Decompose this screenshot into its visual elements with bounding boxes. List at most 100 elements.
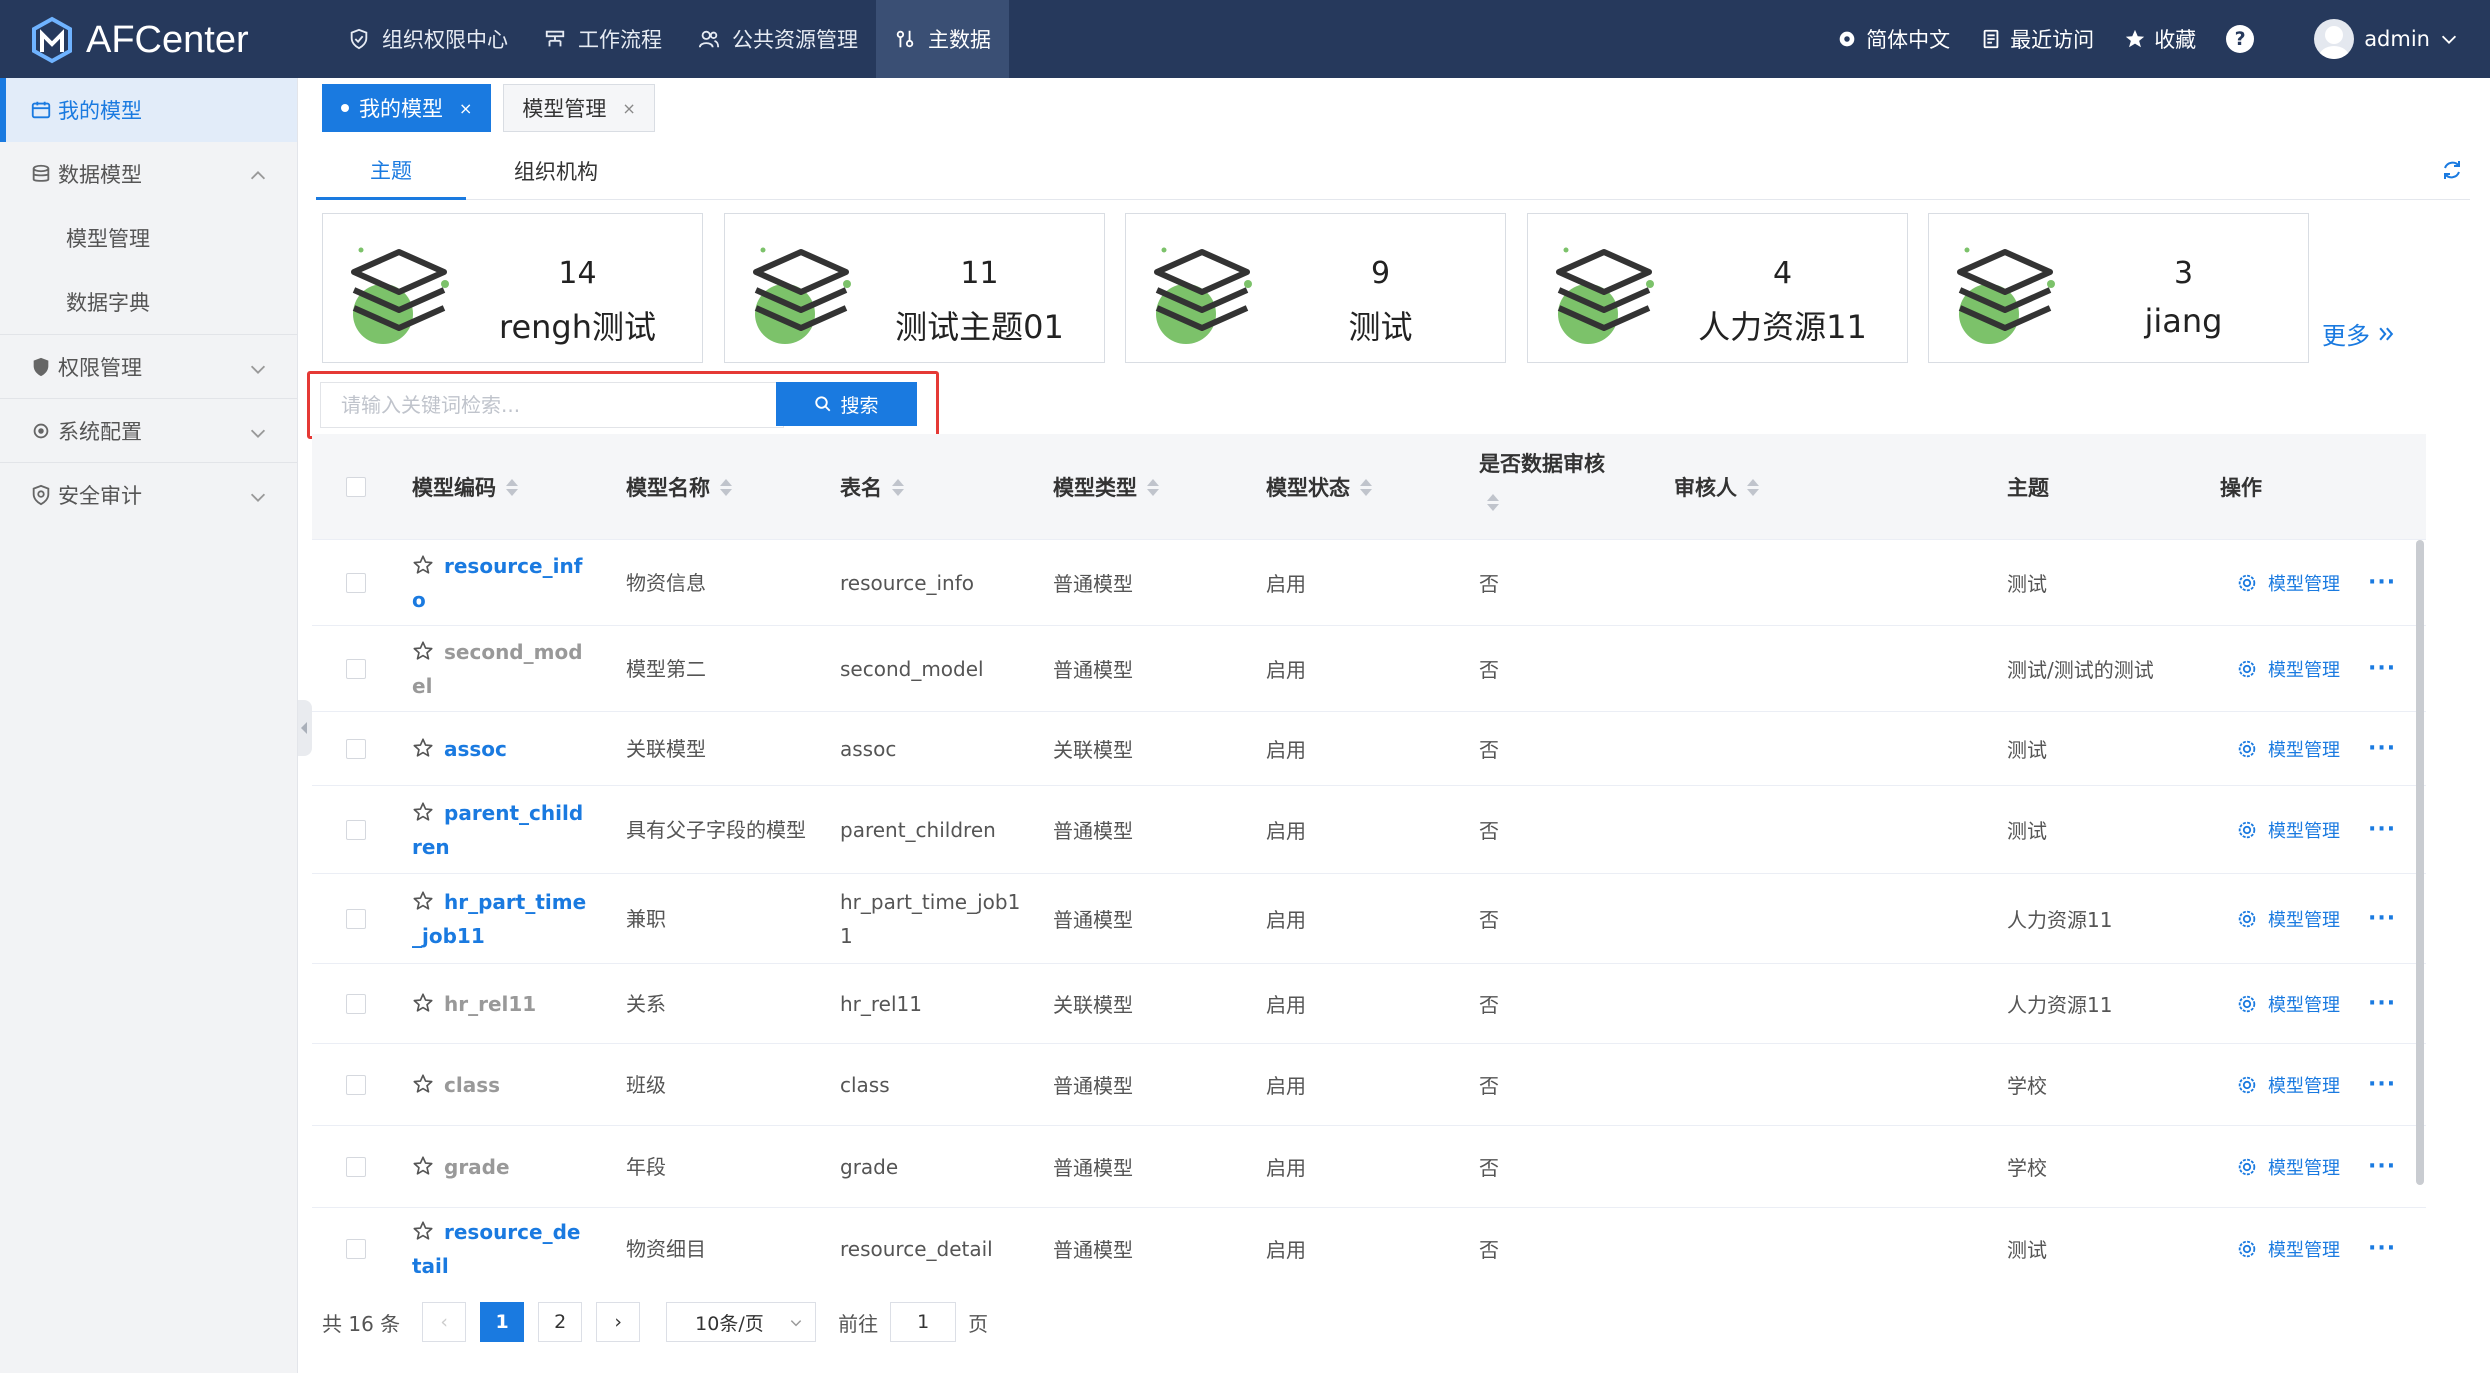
table-row[interactable]: grade 年段 grade 普通模型 启用 否 学校 模型管理 ··· <box>312 1126 2426 1208</box>
star-icon[interactable] <box>412 801 434 823</box>
sort-icon[interactable] <box>1747 478 1759 496</box>
help-icon[interactable]: ? <box>2226 25 2255 53</box>
more-actions-button[interactable]: ··· <box>2368 1236 2396 1261</box>
select-all-checkbox[interactable] <box>346 477 366 497</box>
model-manage-link[interactable]: 模型管理 <box>2268 570 2340 596</box>
model-manage-link[interactable]: 模型管理 <box>2268 1236 2340 1262</box>
sidebar-item-my-models[interactable]: 我的模型 <box>0 78 297 142</box>
star-icon[interactable] <box>412 1220 434 1242</box>
sidebar-item-data-model[interactable]: 数据模型 <box>0 142 297 206</box>
more-actions-button[interactable]: ··· <box>2368 656 2396 681</box>
row-checkbox[interactable] <box>346 908 366 929</box>
user-menu[interactable]: admin <box>2314 19 2460 59</box>
more-actions-button[interactable]: ··· <box>2368 1072 2396 1097</box>
col-auditor[interactable]: 审核人 <box>1674 434 1759 540</box>
model-manage-link[interactable]: 模型管理 <box>2268 1154 2340 1180</box>
sidebar-item-model-manage[interactable]: 模型管理 <box>0 206 297 270</box>
row-checkbox[interactable] <box>346 658 366 679</box>
page-1-button[interactable]: 1 <box>480 1302 525 1342</box>
recent-visits[interactable]: 最近访问 <box>1980 24 2094 54</box>
star-icon[interactable] <box>412 1155 434 1177</box>
model-code-link[interactable]: resource_info <box>412 554 582 612</box>
model-manage-link[interactable]: 模型管理 <box>2268 817 2340 843</box>
close-icon[interactable]: × <box>622 99 635 118</box>
search-input[interactable] <box>320 382 784 428</box>
model-code-link[interactable]: resource_detail <box>412 1220 580 1278</box>
theme-card[interactable]: 11 测试主题01 <box>724 213 1105 363</box>
col-code[interactable]: 模型编码 <box>412 434 518 540</box>
tab-organization[interactable]: 组织机构 <box>466 142 646 200</box>
goto-page-input[interactable] <box>890 1302 957 1342</box>
more-actions-button[interactable]: ··· <box>2368 991 2396 1016</box>
sort-icon[interactable] <box>892 478 904 496</box>
row-checkbox[interactable] <box>346 1238 366 1259</box>
star-icon[interactable] <box>412 640 434 662</box>
sort-icon[interactable] <box>1147 478 1159 496</box>
model-code-link[interactable]: hr_rel11 <box>444 992 536 1016</box>
theme-card[interactable]: 3 jiang <box>1928 213 2309 363</box>
close-icon[interactable]: × <box>459 99 472 118</box>
more-actions-button[interactable]: ··· <box>2368 570 2396 595</box>
sort-icon[interactable] <box>506 478 518 496</box>
more-actions-button[interactable]: ··· <box>2368 736 2396 761</box>
sidebar-collapse-handle[interactable] <box>298 700 312 756</box>
table-row[interactable]: class 班级 class 普通模型 启用 否 学校 模型管理 ··· <box>312 1044 2426 1126</box>
next-page-button[interactable]: › <box>596 1302 641 1342</box>
row-checkbox[interactable] <box>346 572 366 593</box>
model-manage-link[interactable]: 模型管理 <box>2268 736 2340 762</box>
table-row[interactable]: parent_children 具有父子字段的模型 parent_children 普… <box>312 786 2426 874</box>
sort-icon[interactable] <box>720 478 732 496</box>
star-icon[interactable] <box>412 890 434 912</box>
row-checkbox[interactable] <box>346 738 366 759</box>
table-vertical-scrollbar[interactable] <box>2416 540 2424 1185</box>
more-actions-button[interactable]: ··· <box>2368 817 2396 842</box>
model-manage-link[interactable]: 模型管理 <box>2268 1072 2340 1098</box>
star-icon[interactable] <box>412 992 434 1014</box>
model-manage-link[interactable]: 模型管理 <box>2268 656 2340 682</box>
theme-card[interactable]: 9 测试 <box>1125 213 1506 363</box>
row-checkbox[interactable] <box>346 993 366 1014</box>
language-switch[interactable]: 简体中文 <box>1836 24 1950 54</box>
col-status[interactable]: 模型状态 <box>1266 434 1372 540</box>
favorites[interactable]: 收藏 <box>2124 24 2196 54</box>
table-row[interactable]: hr_part_time_job11 兼职 hr_part_time_job11 普通… <box>312 874 2426 964</box>
sort-icon[interactable] <box>1360 478 1372 496</box>
star-icon[interactable] <box>412 1073 434 1095</box>
topnav-master-data[interactable]: 主数据 <box>876 0 1009 78</box>
search-button[interactable]: 搜索 <box>776 382 917 426</box>
sidebar-item-permission[interactable]: 权限管理 <box>0 334 297 398</box>
sidebar-item-security-audit[interactable]: 安全审计 <box>0 462 297 526</box>
more-link[interactable]: 更多 <box>2322 316 2396 351</box>
topnav-workflow[interactable]: 工作流程 <box>526 0 680 78</box>
more-actions-button[interactable]: ··· <box>2368 906 2396 931</box>
row-checkbox[interactable] <box>346 1156 366 1177</box>
topnav-public-resource[interactable]: 公共资源管理 <box>680 0 876 78</box>
page-2-button[interactable]: 2 <box>538 1302 583 1342</box>
topnav-org-permission[interactable]: 组织权限中心 <box>330 0 526 78</box>
model-code-link[interactable]: assoc <box>444 737 507 761</box>
table-row[interactable]: assoc 关联模型 assoc 关联模型 启用 否 测试 模型管理 ··· <box>312 712 2426 786</box>
more-actions-button[interactable]: ··· <box>2368 1154 2396 1179</box>
theme-card[interactable]: 14 rengh测试 <box>322 213 703 363</box>
col-type[interactable]: 模型类型 <box>1053 434 1159 540</box>
model-code-link[interactable]: second_model <box>412 640 583 698</box>
page-tab-model-manage[interactable]: 模型管理 × <box>503 84 655 132</box>
col-table[interactable]: 表名 <box>840 434 904 540</box>
col-name[interactable]: 模型名称 <box>626 434 732 540</box>
star-icon[interactable] <box>412 554 434 576</box>
sort-icon[interactable] <box>1487 494 1499 511</box>
sidebar-item-data-dict[interactable]: 数据字典 <box>0 270 297 334</box>
sidebar-item-system-config[interactable]: 系统配置 <box>0 398 297 462</box>
model-manage-link[interactable]: 模型管理 <box>2268 991 2340 1017</box>
table-row[interactable]: hr_rel11 关系 hr_rel11 关联模型 启用 否 人力资源11 模型管理 ··· <box>312 964 2426 1044</box>
star-icon[interactable] <box>412 737 434 759</box>
refresh-icon[interactable] <box>2440 158 2464 182</box>
theme-card[interactable]: 4 人力资源11 <box>1527 213 1908 363</box>
table-row[interactable]: second_model 模型第二 second_model 普通模型 启用 否 测试/测试… <box>312 626 2426 712</box>
prev-page-button[interactable]: ‹ <box>422 1302 467 1342</box>
model-code-link[interactable]: hr_part_time_job11 <box>412 890 586 948</box>
page-size-select[interactable]: 10条/页 <box>666 1302 817 1342</box>
model-code-link[interactable]: grade <box>444 1155 510 1179</box>
tab-theme[interactable]: 主题 <box>316 142 466 200</box>
table-row[interactable]: resource_detail 物资细目 resource_detail 普通模型 启用… <box>312 1208 2426 1282</box>
